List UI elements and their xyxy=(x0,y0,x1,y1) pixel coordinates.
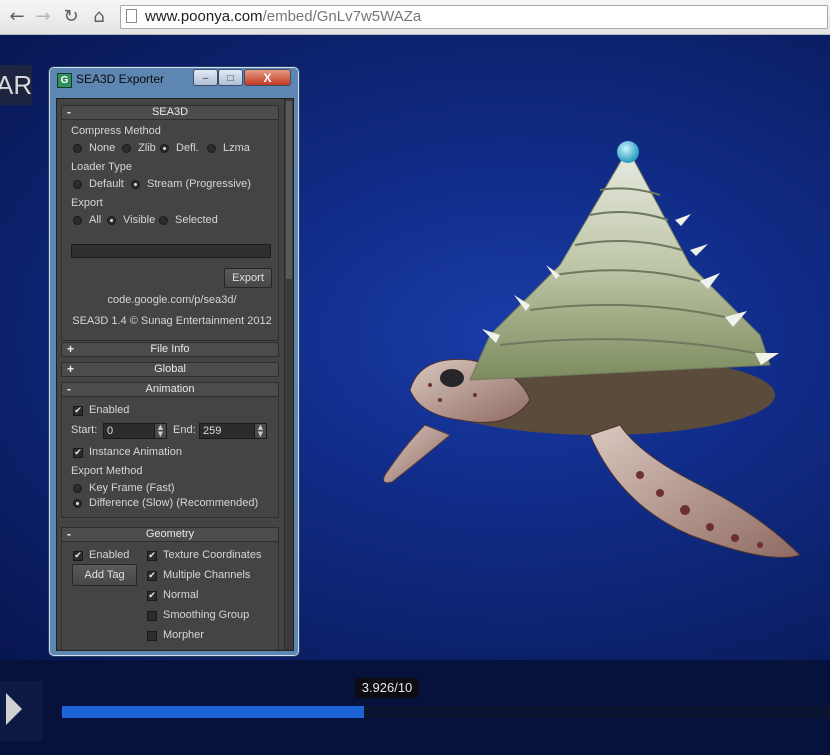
play-icon xyxy=(6,693,22,725)
exporter-panel: - SEA3D Compress Method None Zlib Defl. … xyxy=(56,98,294,651)
browser-toolbar: ← → ↻ ⌂ www.poonya.com/embed/GnLv7w5WAZa xyxy=(0,0,830,35)
animation-enabled-checkbox[interactable]: ✔ xyxy=(73,406,83,416)
play-button[interactable] xyxy=(0,681,42,741)
file-info-rollout-header[interactable]: + File Info xyxy=(61,342,279,357)
url-host: www.poonya.com xyxy=(145,8,263,25)
end-value: 259 xyxy=(203,425,222,437)
url-text: www.poonya.com/embed/GnLv7w5WAZa xyxy=(145,8,421,25)
radio-difference-label: Difference (Slow) (Recommended) xyxy=(89,497,259,509)
smoothing-group-checkbox[interactable] xyxy=(147,611,157,621)
page-icon xyxy=(126,9,137,23)
progress-track[interactable] xyxy=(62,706,830,718)
add-tag-button[interactable]: Add Tag xyxy=(72,564,137,586)
rollout-title: Geometry xyxy=(145,528,195,540)
rollout-title: SEA3D xyxy=(151,106,189,118)
back-icon[interactable]: ← xyxy=(6,6,28,28)
texture-coordinates-label: Texture Coordinates xyxy=(163,549,262,561)
scrollbar-thumb[interactable] xyxy=(286,101,292,279)
radio-visible-label: Visible xyxy=(123,214,156,226)
radio-defl-label: Defl. xyxy=(176,142,199,154)
progress-fill xyxy=(62,706,364,718)
instance-animation-checkbox[interactable]: ✔ xyxy=(73,448,83,458)
panel-scrollbar[interactable] xyxy=(284,99,293,650)
compress-method-label: Compress Method xyxy=(71,125,161,137)
global-rollout-header[interactable]: + Global xyxy=(61,362,279,377)
spinner-arrows-icon[interactable]: ▲ ▼ xyxy=(154,424,166,438)
radio-default-label: Default xyxy=(89,178,124,190)
start-spinner[interactable]: 0 ▲ ▼ xyxy=(103,423,167,439)
radio-lzma[interactable] xyxy=(207,144,216,153)
multiple-channels-checkbox[interactable]: ✔ xyxy=(147,571,157,581)
sea3d-exporter-window: G SEA3D Exporter – □ X - SEA3D Compress … xyxy=(48,66,300,657)
rollout-title: Global xyxy=(154,363,186,375)
app-icon: G xyxy=(57,73,72,88)
minimize-button[interactable]: – xyxy=(193,69,218,86)
animation-rollout-header[interactable]: - Animation xyxy=(61,382,279,397)
radio-stream-label: Stream (Progressive) xyxy=(147,178,251,190)
radio-stream[interactable] xyxy=(131,180,140,189)
player-bar: 3.926/10 xyxy=(0,660,830,755)
radio-all-label: All xyxy=(89,214,102,226)
export-method-label: Export Method xyxy=(71,465,143,477)
radio-key-frame-label: Key Frame (Fast) xyxy=(89,482,175,494)
smoothing-group-label: Smoothing Group xyxy=(163,609,250,621)
radio-difference[interactable] xyxy=(73,499,82,508)
radio-defl[interactable] xyxy=(160,144,169,153)
start-value: 0 xyxy=(107,425,114,437)
radio-selected-label: Selected xyxy=(175,214,218,226)
normal-checkbox[interactable]: ✔ xyxy=(147,591,157,601)
end-label: End: xyxy=(173,424,196,436)
normal-label: Normal xyxy=(163,589,199,601)
reload-icon[interactable]: ↻ xyxy=(60,6,82,28)
loader-type-label: Loader Type xyxy=(71,161,132,173)
credit-text: SEA3D 1.4 © Sunag Entertainment 2012 xyxy=(72,315,272,327)
maximize-button[interactable]: □ xyxy=(218,69,243,86)
morpher-checkbox[interactable] xyxy=(147,631,157,641)
rollout-title: File Info xyxy=(150,343,190,355)
window-title: SEA3D Exporter xyxy=(76,72,165,86)
export-button[interactable]: Export xyxy=(224,268,272,288)
close-button[interactable]: X xyxy=(244,69,291,86)
spinner-arrows-icon[interactable]: ▲ ▼ xyxy=(254,424,266,438)
forward-icon[interactable]: → xyxy=(32,6,54,28)
geometry-enabled-label: Enabled xyxy=(89,549,130,561)
texture-coordinates-checkbox[interactable]: ✔ xyxy=(147,551,157,561)
window-titlebar[interactable]: G SEA3D Exporter – □ X xyxy=(49,67,299,91)
radio-none-label: None xyxy=(89,142,116,154)
export-progress-bar xyxy=(71,244,271,258)
animation-enabled-label: Enabled xyxy=(89,404,130,416)
geometry-rollout-header[interactable]: - Geometry xyxy=(61,527,279,542)
end-spinner[interactable]: 259 ▲ ▼ xyxy=(199,423,267,439)
sea3d-rollout-header[interactable]: - SEA3D xyxy=(61,105,279,120)
radio-zlib[interactable] xyxy=(122,144,131,153)
address-bar[interactable]: www.poonya.com/embed/GnLv7w5WAZa xyxy=(120,5,828,29)
radio-default[interactable] xyxy=(73,180,82,189)
radio-visible[interactable] xyxy=(107,216,116,225)
export-label: Export xyxy=(71,197,103,209)
instance-animation-label: Instance Animation xyxy=(89,446,182,458)
radio-lzma-label: Lzma xyxy=(223,142,250,154)
radio-selected[interactable] xyxy=(159,216,168,225)
radio-zlib-label: Zlib xyxy=(138,142,156,154)
start-label: Start: xyxy=(71,424,98,436)
radio-none[interactable] xyxy=(73,144,82,153)
morpher-label: Morpher xyxy=(163,629,204,641)
geometry-enabled-checkbox[interactable]: ✔ xyxy=(73,551,83,561)
url-path: /embed/GnLv7w5WAZa xyxy=(262,8,422,25)
radio-key-frame[interactable] xyxy=(73,484,82,493)
sea3d-link[interactable]: code.google.com/p/sea3d/ xyxy=(57,294,287,306)
home-icon[interactable]: ⌂ xyxy=(88,6,110,28)
multiple-channels-label: Multiple Channels xyxy=(163,569,251,581)
radio-all[interactable] xyxy=(73,216,82,225)
time-tooltip: 3.926/10 xyxy=(355,678,419,698)
rollout-title: Animation xyxy=(145,383,195,395)
